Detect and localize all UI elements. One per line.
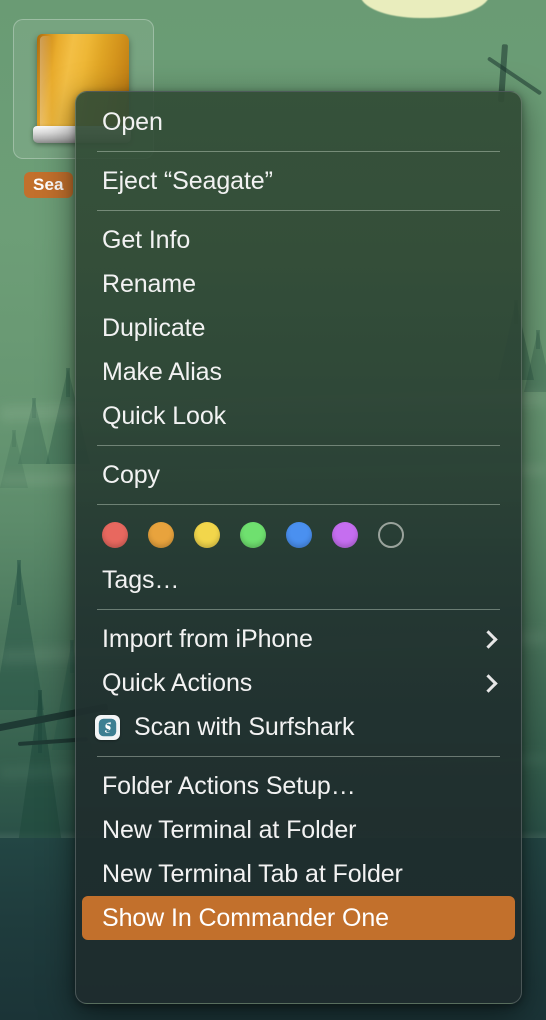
wallpaper-pine	[0, 560, 44, 710]
menu-item-eject[interactable]: Eject “Seagate”	[82, 159, 515, 203]
chevron-right-icon	[479, 629, 498, 649]
menu-item-tags[interactable]: Tags…	[82, 558, 515, 602]
menu-separator	[97, 210, 500, 211]
menu-item-show-in-commander-one[interactable]: Show In Commander One	[82, 896, 515, 940]
tag-swatch-yellow[interactable]	[194, 522, 220, 548]
menu-item-rename[interactable]: Rename	[82, 262, 515, 306]
menu-item-get-info[interactable]: Get Info	[82, 218, 515, 262]
menu-item-new-terminal-at-folder[interactable]: New Terminal at Folder	[82, 808, 515, 852]
menu-item-label: Folder Actions Setup…	[102, 771, 356, 800]
menu-separator	[97, 756, 500, 757]
menu-item-folder-actions-setup[interactable]: Folder Actions Setup…	[82, 764, 515, 808]
wallpaper-sky-patch	[360, 0, 490, 18]
menu-separator	[97, 151, 500, 152]
menu-item-label: Eject “Seagate”	[102, 166, 273, 195]
menu-item-label: Show In Commander One	[102, 903, 389, 932]
tag-swatch-none[interactable]	[378, 522, 404, 548]
menu-item-label: Quick Look	[102, 401, 227, 430]
menu-item-label: New Terminal Tab at Folder	[102, 859, 403, 888]
menu-item-label: Get Info	[102, 225, 191, 254]
menu-item-new-terminal-tab-at-folder[interactable]: New Terminal Tab at Folder	[82, 852, 515, 896]
menu-item-label: Make Alias	[102, 357, 222, 386]
surfshark-icon	[94, 714, 120, 740]
menu-item-label: Tags…	[102, 565, 180, 594]
menu-item-open[interactable]: Open	[82, 100, 515, 144]
menu-item-label: Scan with Surfshark	[134, 712, 355, 741]
menu-item-label: Open	[102, 107, 163, 136]
chevron-right-icon	[479, 673, 498, 693]
menu-item-label: Copy	[102, 460, 160, 489]
menu-item-label: New Terminal at Folder	[102, 815, 357, 844]
menu-item-label: Quick Actions	[102, 668, 253, 697]
context-menu[interactable]: Open Eject “Seagate” Get Info Rename Dup…	[75, 91, 522, 1004]
menu-item-scan-with-surfshark[interactable]: Scan with Surfshark	[82, 705, 515, 749]
tag-swatch-red[interactable]	[102, 522, 128, 548]
menu-separator	[97, 504, 500, 505]
menu-item-copy[interactable]: Copy	[82, 453, 515, 497]
tag-swatch-blue[interactable]	[286, 522, 312, 548]
wallpaper-branch	[486, 56, 543, 96]
menu-item-quick-look[interactable]: Quick Look	[82, 394, 515, 438]
wallpaper-pine	[524, 330, 546, 392]
menu-item-quick-actions[interactable]: Quick Actions	[82, 661, 515, 705]
menu-item-label: Import from iPhone	[102, 624, 313, 653]
desktop-icon-label: Sea	[24, 172, 73, 198]
menu-item-make-alias[interactable]: Make Alias	[82, 350, 515, 394]
desktop[interactable]: Sea Open Eject “Seagate” Get Info Rename…	[0, 0, 546, 1020]
menu-item-duplicate[interactable]: Duplicate	[82, 306, 515, 350]
menu-item-import-from-iphone[interactable]: Import from iPhone	[82, 617, 515, 661]
tag-swatch-green[interactable]	[240, 522, 266, 548]
menu-item-label: Duplicate	[102, 313, 206, 342]
tag-color-swatches[interactable]	[76, 512, 521, 558]
tag-swatch-orange[interactable]	[148, 522, 174, 548]
menu-item-label: Rename	[102, 269, 196, 298]
tag-swatch-purple[interactable]	[332, 522, 358, 548]
menu-separator	[97, 445, 500, 446]
menu-separator	[97, 609, 500, 610]
